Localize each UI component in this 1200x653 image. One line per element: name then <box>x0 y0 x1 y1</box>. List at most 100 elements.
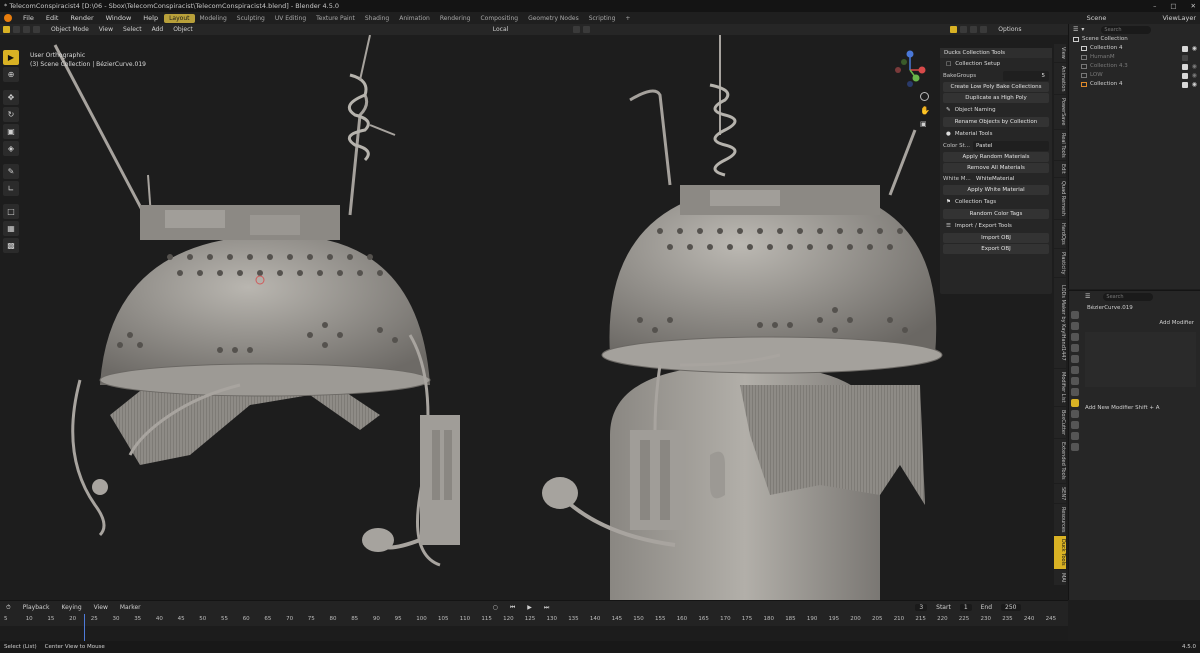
options-dropdown[interactable]: Options <box>993 26 1026 33</box>
include-checkbox[interactable] <box>1182 45 1188 52</box>
modifier-tab-icon[interactable] <box>1071 399 1079 407</box>
timeline-ruler[interactable]: 5 10 15 20 25 30 35 40 45 50 55 60 65 70 75 80 85 90 95 100… <box>0 614 1068 626</box>
xray-icon[interactable] <box>960 26 968 33</box>
menu-edit[interactable]: Edit <box>40 14 65 22</box>
menu-marker[interactable]: Marker <box>114 604 147 611</box>
white-material-value[interactable]: WhiteMaterial <box>973 174 1049 184</box>
apply-white-material-button[interactable]: Apply White Material <box>943 185 1049 195</box>
workspace-tab-animation[interactable]: Animation <box>394 14 435 23</box>
proportional-edit-icon[interactable] <box>583 26 591 33</box>
include-checkbox[interactable] <box>1182 54 1188 61</box>
outliner-scene-collection[interactable]: Scene Collection <box>1069 35 1200 44</box>
create-low-poly-button[interactable]: Create Low Poly Bake Collections <box>943 82 1049 92</box>
render-tab-icon[interactable] <box>1071 322 1079 330</box>
workspace-tab-rendering[interactable]: Rendering <box>435 14 476 23</box>
outliner-row[interactable]: LOW ◉ <box>1069 71 1200 80</box>
select-tool-icon[interactable]: ▶ <box>3 50 19 65</box>
sidebar-tab-real-tools[interactable]: Real Tools <box>1054 129 1066 161</box>
export-obj-button[interactable]: Export OBJ <box>943 244 1049 254</box>
random-color-tags-button[interactable]: Random Color Tags <box>943 209 1049 219</box>
visibility-eye-icon[interactable]: ◉ <box>1192 44 1197 53</box>
zoom-icon[interactable] <box>920 92 929 101</box>
close-icon[interactable]: ✕ <box>1191 0 1196 12</box>
filter-icon[interactable]: ▾ <box>1081 26 1084 33</box>
outliner-row[interactable]: Collection 4 ◉ <box>1069 44 1200 53</box>
view-layer-tab-icon[interactable] <box>1071 344 1079 352</box>
menu-render[interactable]: Render <box>64 14 99 22</box>
workspace-tab-sculpting[interactable]: Sculpting <box>232 14 270 23</box>
start-frame-field[interactable]: 1 <box>959 604 972 611</box>
menu-add[interactable]: Add <box>147 26 169 33</box>
timeline-track[interactable] <box>0 626 1068 642</box>
sidebar-tab-plasticity[interactable]: Plasticity <box>1054 248 1066 278</box>
editor-type-icon[interactable] <box>3 26 10 33</box>
rotate-tool-icon[interactable]: ↻ <box>3 107 19 122</box>
color-style-field[interactable]: Color St... Pastel <box>943 141 1049 151</box>
outliner-search-input[interactable]: Search <box>1101 25 1152 34</box>
blender-logo-icon[interactable] <box>4 14 12 22</box>
jump-end-icon[interactable]: ⏭ <box>538 604 555 612</box>
sidebar-tab-sen7[interactable]: SEN7 <box>1054 483 1066 503</box>
sidebar-tab-animation[interactable]: Animation <box>1054 62 1066 95</box>
workspace-tab-layout[interactable]: Layout <box>164 13 195 23</box>
add-cube-tool-icon[interactable]: □ <box>3 204 19 219</box>
maximize-icon[interactable]: □ <box>1170 0 1176 12</box>
material-tab-icon[interactable] <box>1071 443 1079 451</box>
shading-solid-icon[interactable] <box>970 26 978 33</box>
remove-all-materials-button[interactable]: Remove All Materials <box>943 163 1049 173</box>
shading-material-icon[interactable] <box>980 26 988 33</box>
sidebar-tab-extended-tools[interactable]: Extended Tools <box>1054 438 1066 483</box>
boxcutter-tool-icon[interactable]: ▦ <box>3 221 19 236</box>
scene-tab-icon[interactable] <box>1071 355 1079 363</box>
timeline-editor-icon[interactable]: ⏱ <box>0 604 17 612</box>
import-obj-button[interactable]: Import OBJ <box>943 233 1049 243</box>
select-box-icon[interactable] <box>23 26 30 33</box>
sidebar-tab-view[interactable]: View <box>1054 44 1066 62</box>
sidebar-tab-boxcutter[interactable]: BoxCutter <box>1054 406 1066 438</box>
hardops-tool-icon[interactable]: ▩ <box>3 238 19 253</box>
workspace-tab-shading[interactable]: Shading <box>360 14 394 23</box>
bake-groups-value[interactable]: 5 <box>1003 71 1049 81</box>
move-tool-icon[interactable]: ✥ <box>3 90 19 105</box>
navigation-gizmo[interactable] <box>890 48 930 88</box>
menu-keying[interactable]: Keying <box>55 604 87 611</box>
menu-object[interactable]: Object <box>168 26 198 33</box>
object-tab-icon[interactable] <box>1071 388 1079 396</box>
sidebar-tab-hardops[interactable]: HardOps <box>1054 220 1066 248</box>
sidebar-tab-lods-maker[interactable]: LODs Maker by KaylHand1447 <box>1054 278 1066 369</box>
sidebar-tab-mai[interactable]: MAI <box>1054 569 1066 586</box>
rename-objects-button[interactable]: Rename Objects by Collection <box>943 117 1049 127</box>
camera-view-icon[interactable]: ▣ <box>920 120 927 128</box>
sidebar-tab-modifier-list[interactable]: Modifier List <box>1054 369 1066 406</box>
white-material-field[interactable]: White M... WhiteMaterial <box>943 174 1049 184</box>
visibility-eye-icon[interactable]: ◉ <box>1192 80 1197 89</box>
outliner-row[interactable]: HumanM <box>1069 53 1200 62</box>
bake-groups-field[interactable]: BakeGroups 5 <box>943 71 1049 81</box>
sidebar-tab-edit[interactable]: Edit <box>1054 161 1066 178</box>
snap-icon[interactable] <box>573 26 581 33</box>
workspace-tab-scripting[interactable]: Scripting <box>584 14 621 23</box>
sidebar-tab-powersave[interactable]: PowerSave <box>1054 95 1066 129</box>
pan-hand-icon[interactable]: ✋ <box>920 106 930 115</box>
workspace-tab-compositing[interactable]: Compositing <box>475 14 523 23</box>
scene-name[interactable]: Scene <box>1087 14 1107 22</box>
add-modifier-button[interactable]: Add Modifier <box>1083 318 1200 328</box>
particles-tab-icon[interactable] <box>1071 410 1079 418</box>
tool-tab-icon[interactable] <box>1071 311 1079 319</box>
visibility-eye-icon[interactable]: ◉ <box>1192 71 1197 80</box>
3d-viewport[interactable] <box>20 35 1068 600</box>
object-mode-dropdown[interactable]: Object Mode <box>46 26 94 33</box>
sidebar-tab-quad-remesh[interactable]: Quad Remesh <box>1054 178 1066 220</box>
add-workspace-icon[interactable]: + <box>620 14 635 23</box>
end-frame-field[interactable]: 250 <box>1001 604 1021 611</box>
object-name-field[interactable]: BézierCurve.019 <box>1083 303 1200 313</box>
physics-tab-icon[interactable] <box>1071 421 1079 429</box>
duplicate-high-poly-button[interactable]: Duplicate as High Poly <box>943 93 1049 103</box>
apply-random-materials-button[interactable]: Apply Random Materials <box>943 152 1049 162</box>
outliner-editor-icon[interactable]: ☰ <box>1073 26 1078 33</box>
workspace-tab-uv-editing[interactable]: UV Editing <box>270 14 311 23</box>
scale-tool-icon[interactable]: ▣ <box>3 124 19 139</box>
world-tab-icon[interactable] <box>1071 366 1079 374</box>
menu-file[interactable]: File <box>17 14 40 22</box>
data-tab-icon[interactable] <box>1071 432 1079 440</box>
